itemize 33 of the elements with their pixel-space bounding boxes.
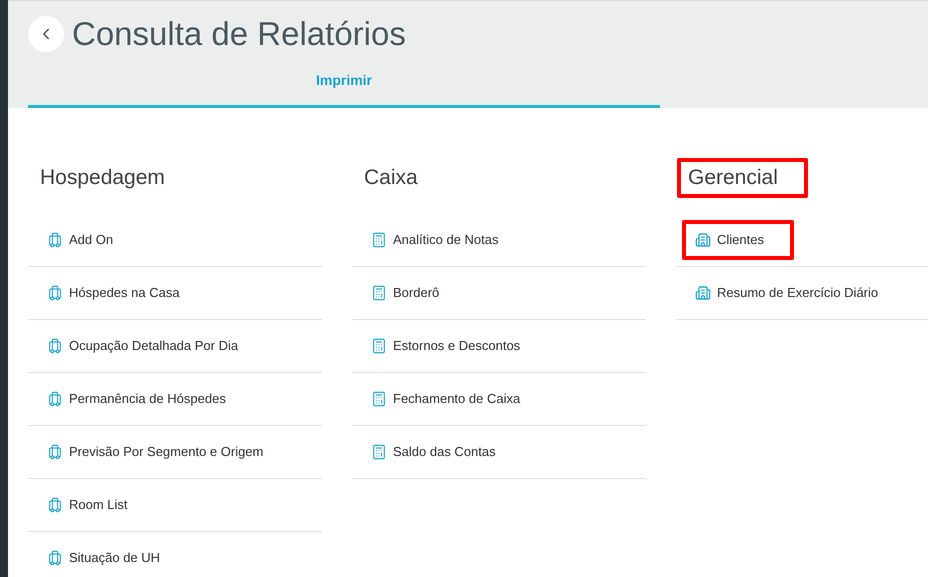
building-icon (695, 232, 711, 248)
report-link[interactable]: Clientes (695, 230, 764, 250)
report-link[interactable]: Analítico de Notas (371, 230, 499, 250)
luggage-icon (47, 232, 63, 248)
report-link[interactable]: Ocupação Detalhada Por Dia (47, 336, 238, 356)
report-link[interactable]: Estornos e Descontos (371, 336, 520, 356)
section-heading: Gerencial (688, 165, 778, 191)
building-icon (695, 285, 711, 301)
section-heading: Caixa (364, 165, 418, 191)
luggage-icon (47, 550, 63, 566)
calculator-icon (371, 232, 387, 248)
luggage-icon (47, 338, 63, 354)
page-title: Consulta de Relatórios (72, 14, 406, 54)
report-link[interactable]: Fechamento de Caixa (371, 389, 520, 409)
report-link[interactable]: Situação de UH (47, 548, 160, 568)
calculator-icon (371, 444, 387, 460)
section-heading: Hospedagem (40, 165, 165, 191)
calculator-icon (371, 285, 387, 301)
report-link[interactable]: Permanência de Hóspedes (47, 389, 226, 409)
luggage-icon (47, 444, 63, 460)
calculator-icon (371, 391, 387, 407)
report-link[interactable]: Resumo de Exercício Diário (695, 283, 878, 303)
report-link[interactable]: Room List (47, 495, 128, 515)
report-link[interactable]: Saldo das Contas (371, 442, 496, 462)
luggage-icon (47, 391, 63, 407)
report-link[interactable]: Hóspedes na Casa (47, 283, 180, 303)
back-button[interactable] (28, 16, 64, 52)
report-link[interactable]: Borderô (371, 283, 440, 303)
luggage-icon (47, 497, 63, 513)
luggage-icon (47, 285, 63, 301)
report-link[interactable]: Previsão Por Segmento e Origem (47, 442, 264, 462)
calculator-icon (371, 338, 387, 354)
report-link[interactable]: Add On (47, 230, 114, 250)
